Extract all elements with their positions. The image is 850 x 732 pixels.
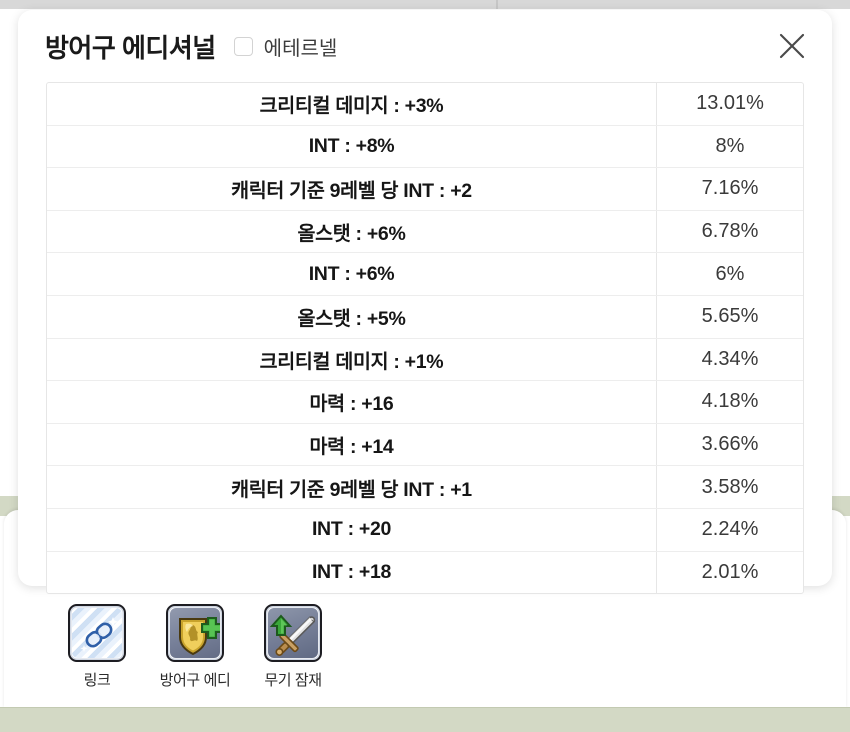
option-name: 크리티컬 데미지 : +1%: [47, 338, 657, 381]
table-row: 크리티컬 데미지 : +1% 4.34%: [47, 338, 803, 382]
table-row: INT : +8% 8%: [47, 125, 803, 169]
option-name: INT : +8%: [47, 125, 657, 168]
table-row: 마력 : +14 3.66%: [47, 423, 803, 467]
option-value: 13.01%: [696, 92, 764, 115]
table-row: 올스탯 : +6% 6.78%: [47, 210, 803, 254]
modal-header: 방어구 에디셔널 에테르넬: [18, 10, 832, 82]
chain-link-icon-box[interactable]: [68, 604, 126, 662]
green-up-arrow: [269, 614, 293, 636]
tool-item-weapon-potential[interactable]: 무기 잠재: [258, 604, 328, 690]
sword-up-arrow-icon: [269, 614, 316, 656]
sword-up-arrow-icon-bg: [268, 608, 318, 658]
page-title: 방어구 에디셔널: [45, 32, 216, 63]
gold-shield-plus-icon: [179, 617, 220, 656]
close-x-icon: [779, 33, 805, 59]
table-row: 마력 : +16 4.18%: [47, 381, 803, 424]
option-name: INT : +18: [47, 551, 657, 594]
sword-up-arrow-icon-box[interactable]: [264, 604, 322, 662]
top-background-strip: [0, 0, 850, 9]
tool-icon-row: 링크 방어구 에디 무기 잠재: [62, 604, 328, 690]
option-name: 크리티컬 데미지 : +3%: [47, 83, 657, 125]
option-value: 5.65%: [701, 305, 759, 328]
option-value: 8%: [715, 134, 745, 157]
option-name: INT : +6%: [47, 253, 657, 295]
option-name: 마력 : +14: [47, 423, 657, 466]
option-name: 캐릭터 기준 9레벨 당 INT : +2: [47, 168, 657, 210]
tool-item-link[interactable]: 링크: [62, 604, 132, 690]
table-row: 캐릭터 기준 9레벨 당 INT : +1 3.58%: [47, 466, 803, 509]
tool-label: 링크: [83, 672, 111, 689]
option-value: 4.34%: [701, 347, 759, 370]
option-name: 마력 : +16: [47, 381, 657, 423]
eternal-checkbox[interactable]: [233, 36, 253, 56]
option-value: 6%: [715, 262, 745, 285]
option-value: 3.58%: [701, 475, 759, 498]
eternal-checkbox-label: 에테르넬: [263, 37, 338, 60]
gold-shield-plus-icon-box[interactable]: [166, 604, 224, 662]
option-value: 4.18%: [701, 390, 759, 413]
bottom-background-strip: [0, 707, 850, 732]
table-row: INT : +18 2.01%: [47, 551, 803, 594]
option-name: INT : +20: [47, 508, 657, 551]
table-row: 캐릭터 기준 9레벨 당 INT : +2 7.16%: [47, 168, 803, 211]
option-value: 7.16%: [701, 177, 759, 200]
app-screen: 방어구 에디셔널 에테르넬 크리티컬 데미지 : +3% 13.01% INT …: [0, 0, 850, 732]
option-value: 6.78%: [701, 220, 759, 243]
eternal-filter-group[interactable]: 에테르넬: [233, 32, 338, 61]
chain-link-icon: [80, 617, 118, 652]
tool-item-armor-additional[interactable]: 방어구 에디: [159, 604, 231, 690]
table-row: 올스탯 : +5% 5.65%: [47, 295, 803, 339]
option-name: 올스탯 : +6%: [47, 210, 657, 253]
option-value: 2.01%: [701, 560, 759, 583]
option-value: 3.66%: [701, 433, 759, 456]
top-strip-seam: [496, 0, 498, 9]
table-row: INT : +6% 6%: [47, 253, 803, 296]
option-name: 올스탯 : +5%: [47, 295, 657, 338]
tool-label: 무기 잠재: [264, 672, 322, 689]
option-name: 캐릭터 기준 9레벨 당 INT : +1: [47, 466, 657, 508]
chain-link-icon-bg: [72, 608, 122, 658]
option-value: 2.24%: [701, 518, 759, 541]
additional-options-table: 크리티컬 데미지 : +3% 13.01% INT : +8% 8% 캐릭터 기…: [46, 82, 804, 595]
gold-shield-plus-icon-bg: [170, 608, 220, 658]
table-row: INT : +20 2.24%: [47, 508, 803, 552]
tool-label: 방어구 에디: [159, 672, 231, 689]
table-row: 크리티컬 데미지 : +3% 13.01%: [47, 83, 803, 126]
close-button[interactable]: [775, 29, 809, 63]
armor-additional-modal: 방어구 에디셔널 에테르넬 크리티컬 데미지 : +3% 13.01% INT …: [18, 10, 832, 595]
